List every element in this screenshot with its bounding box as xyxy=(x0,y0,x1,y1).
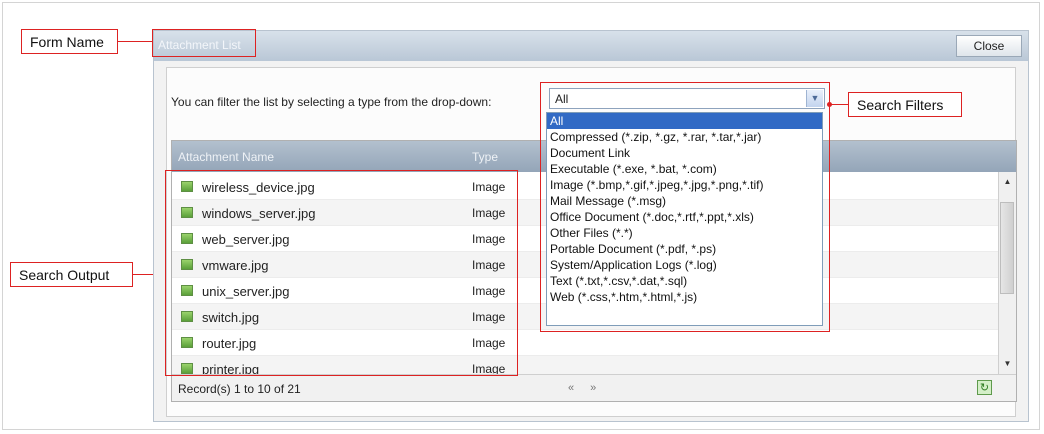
next-page-button[interactable]: » xyxy=(590,382,612,394)
dropdown-option-all[interactable]: All xyxy=(547,113,822,129)
image-file-icon xyxy=(181,233,193,244)
attachment-name: windows_server.jpg xyxy=(202,206,316,221)
attachment-name: wireless_device.jpg xyxy=(202,180,315,195)
callout-search-output: Search Output xyxy=(10,262,133,287)
column-header-attachment-name[interactable]: Attachment Name xyxy=(178,150,274,164)
dropdown-option-other-files[interactable]: Other Files (*.*) xyxy=(547,225,822,241)
dropdown-option-portable-document[interactable]: Portable Document (*.pdf, *.ps) xyxy=(547,241,822,257)
refresh-icon[interactable]: ↻ xyxy=(977,380,992,395)
attachment-type: Image xyxy=(472,232,506,246)
attachment-type: Image xyxy=(472,336,506,350)
attachment-type: Image xyxy=(472,258,506,272)
callout-search-filters-line xyxy=(830,104,848,105)
grid-footer: Record(s) 1 to 10 of 21 «» ↻ xyxy=(172,374,1016,401)
dialog-titlebar: Attachment List Close xyxy=(154,31,1028,61)
type-filter-select[interactable]: All ▼ xyxy=(549,88,825,109)
callout-search-filters-text: Search Filters xyxy=(857,97,944,113)
scroll-thumb[interactable] xyxy=(1000,202,1014,294)
vertical-scrollbar[interactable]: ▲ ▼ xyxy=(998,172,1016,374)
image-file-icon xyxy=(181,207,193,218)
dropdown-option-image[interactable]: Image (*.bmp,*.gif,*.jpeg,*.jpg,*.png,*.… xyxy=(547,177,822,193)
attachment-name: vmware.jpg xyxy=(202,258,269,273)
callout-form-name-line xyxy=(118,41,152,42)
close-button[interactable]: Close xyxy=(956,35,1022,57)
dropdown-option-document-link[interactable]: Document Link xyxy=(547,145,822,161)
dialog-title: Attachment List xyxy=(158,38,241,52)
attachment-name: switch.jpg xyxy=(202,310,260,325)
type-filter-value: All xyxy=(555,92,569,106)
scroll-down-icon[interactable]: ▼ xyxy=(999,356,1016,372)
dropdown-option-web[interactable]: Web (*.css,*.htm,*.html,*.js) xyxy=(547,289,822,305)
dropdown-option-office-document[interactable]: Office Document (*.doc,*.rtf,*.ppt,*.xls… xyxy=(547,209,822,225)
image-file-icon xyxy=(181,259,193,270)
records-count: Record(s) 1 to 10 of 21 xyxy=(178,382,301,396)
callout-search-filters-dot xyxy=(827,102,832,107)
attachment-type: Image xyxy=(472,180,506,194)
pager: «» xyxy=(568,382,612,394)
attachment-type: Image xyxy=(472,310,506,324)
dropdown-option-mail-message[interactable]: Mail Message (*.msg) xyxy=(547,193,822,209)
image-file-icon xyxy=(181,363,193,374)
table-row[interactable]: router.jpg Image xyxy=(172,330,998,356)
image-file-icon xyxy=(181,337,193,348)
dropdown-option-compressed[interactable]: Compressed (*.zip, *.gz, *.rar, *.tar,*.… xyxy=(547,129,822,145)
callout-search-filters: Search Filters xyxy=(848,92,962,117)
image-file-icon xyxy=(181,181,193,192)
column-header-type[interactable]: Type xyxy=(472,150,498,164)
attachment-name: unix_server.jpg xyxy=(202,284,290,299)
type-filter-dropdown-list: All Compressed (*.zip, *.gz, *.rar, *.ta… xyxy=(546,112,823,326)
scroll-up-icon[interactable]: ▲ xyxy=(999,174,1016,190)
attachment-name: web_server.jpg xyxy=(202,232,290,247)
callout-form-name-text: Form Name xyxy=(30,34,104,50)
dropdown-option-system-logs[interactable]: System/Application Logs (*.log) xyxy=(547,257,822,273)
dropdown-option-text[interactable]: Text (*.txt,*.csv,*.dat,*.sql) xyxy=(547,273,822,289)
callout-form-name: Form Name xyxy=(21,29,118,54)
dropdown-option-executable[interactable]: Executable (*.exe, *.bat, *.com) xyxy=(547,161,822,177)
image-file-icon xyxy=(181,285,193,296)
previous-page-button[interactable]: « xyxy=(568,382,590,394)
callout-search-output-text: Search Output xyxy=(19,267,110,283)
chevron-down-icon[interactable]: ▼ xyxy=(806,90,823,107)
attachment-name: router.jpg xyxy=(202,336,257,351)
attachment-type: Image xyxy=(472,284,506,298)
filter-label: You can filter the list by selecting a t… xyxy=(171,95,492,109)
image-file-icon xyxy=(181,311,193,322)
attachment-type: Image xyxy=(472,206,506,220)
